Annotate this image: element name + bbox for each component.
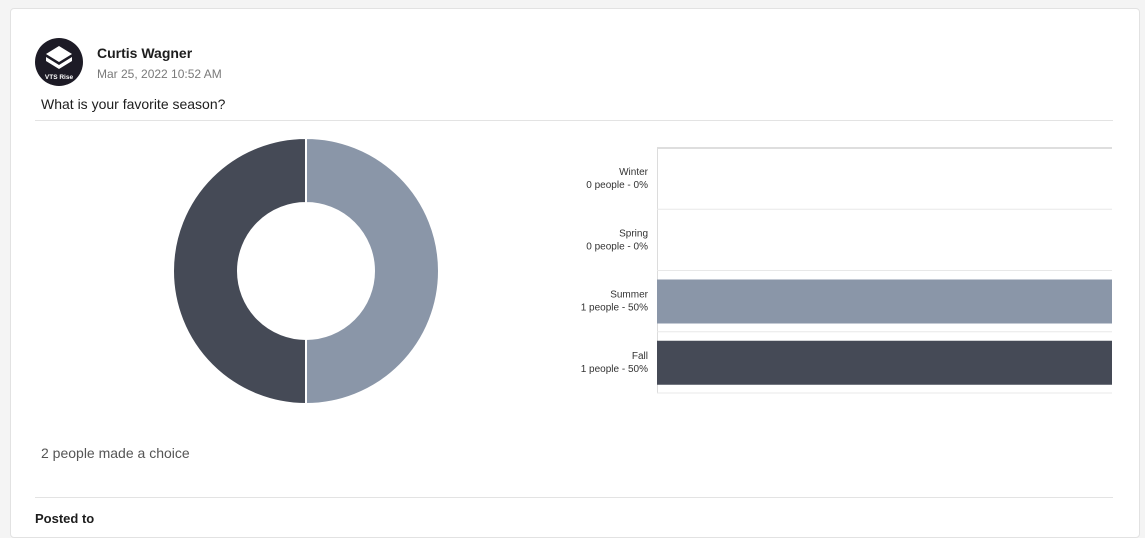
bar-summer[interactable] xyxy=(657,279,1112,324)
bar-sublabel-spring: 0 people - 0% xyxy=(586,241,648,252)
poll-question: What is your favorite season? xyxy=(41,96,226,112)
author-avatar[interactable]: VTS Rise xyxy=(35,38,83,86)
bar-label-spring: Spring xyxy=(619,228,648,239)
bar-label-winter: Winter xyxy=(619,167,649,178)
bar-fall[interactable] xyxy=(657,340,1112,385)
poll-donut-chart xyxy=(172,136,440,406)
bar-label-summer: Summer xyxy=(610,290,648,301)
bar-sublabel-fall: 1 people - 50% xyxy=(581,364,648,375)
question-divider xyxy=(35,120,1113,121)
footer-divider xyxy=(35,497,1113,498)
poll-summary: 2 people made a choice xyxy=(41,445,190,461)
bar-sublabel-summer: 1 people - 50% xyxy=(581,303,648,314)
posted-to-heading: Posted to xyxy=(35,511,95,526)
poll-post-card: VTS Rise Curtis Wagner Mar 25, 2022 10:5… xyxy=(10,8,1140,538)
bar-sublabel-winter: 0 people - 0% xyxy=(586,180,648,191)
author-name[interactable]: Curtis Wagner xyxy=(97,45,192,61)
donut-slice-summer[interactable] xyxy=(305,136,440,406)
donut-slice-fall[interactable] xyxy=(172,136,307,406)
avatar-logo-text: VTS Rise xyxy=(45,74,74,81)
bar-label-fall: Fall xyxy=(632,351,648,362)
post-timestamp: Mar 25, 2022 10:52 AM xyxy=(97,67,222,81)
vts-rise-logo-icon: VTS Rise xyxy=(45,46,74,81)
